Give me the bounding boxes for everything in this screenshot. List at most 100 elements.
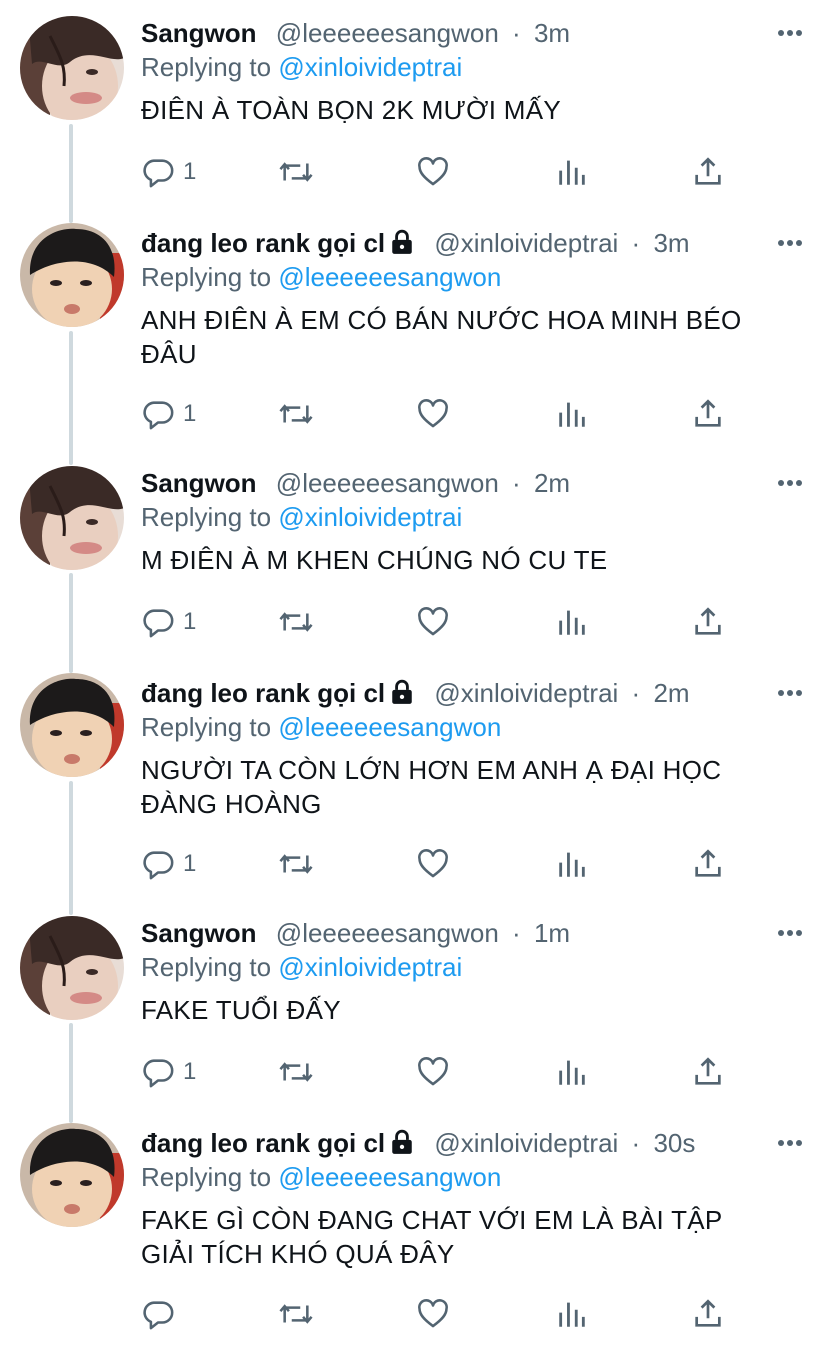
views-button[interactable] — [555, 1052, 589, 1092]
reply-icon — [143, 851, 174, 880]
views-button[interactable] — [555, 1294, 589, 1334]
share-button[interactable] — [691, 1052, 725, 1092]
share-button[interactable] — [691, 152, 725, 192]
action-bar: 1 — [141, 152, 741, 192]
mention-link[interactable]: @leeeeeesangwon — [278, 1162, 501, 1192]
timestamp[interactable]: 2m — [653, 678, 689, 708]
tweet-text-line: GIẢI TÍCH KHÓ QUÁ ĐÂY — [141, 1239, 455, 1269]
more-icon[interactable] — [772, 676, 808, 710]
retweet-icon — [279, 854, 313, 874]
timestamp[interactable]: 3m — [653, 228, 689, 258]
display-name[interactable]: Sangwon — [141, 18, 257, 48]
more-icon[interactable] — [772, 466, 808, 500]
timestamp[interactable]: 1m — [534, 918, 570, 948]
username[interactable]: @leeeeeesangwon — [276, 918, 499, 948]
like-button[interactable] — [416, 602, 450, 642]
tweet-text: ĐIÊN À TOÀN BỌN 2K MƯỜI MẤY — [141, 95, 562, 125]
like-button[interactable] — [416, 1294, 450, 1334]
reply-icon — [143, 609, 174, 638]
share-icon — [695, 157, 721, 185]
tweet-text: FAKE GÌ CÒN ĐANG CHAT VỚI EM LÀ BÀI TẬP … — [141, 1203, 808, 1271]
timestamp[interactable]: 30s — [653, 1128, 695, 1158]
replying-to: Replying to @leeeeeesangwon — [141, 260, 808, 294]
avatar[interactable] — [20, 1123, 124, 1227]
reply-count: 1 — [183, 158, 197, 185]
avatar[interactable] — [20, 673, 124, 777]
mention-link[interactable]: @leeeeeesangwon — [278, 712, 501, 742]
reply-button[interactable]: 1 — [141, 844, 196, 884]
mention-link[interactable]: @xinloivideptrai — [278, 502, 462, 532]
timestamp[interactable]: 2m — [534, 468, 570, 498]
avatar-sangwon-image — [20, 916, 124, 1020]
tweet[interactable]: đang leo rank gọi cl @xinloivideptrai · … — [0, 673, 828, 908]
separator-dot: · — [512, 918, 521, 948]
like-button[interactable] — [416, 844, 450, 884]
username[interactable]: @xinloivideptrai — [434, 1128, 618, 1158]
tweet[interactable]: đang leo rank gọi cl @xinloivideptrai · … — [0, 1123, 828, 1346]
retweet-button[interactable] — [277, 152, 315, 192]
reply-icon — [143, 1301, 174, 1330]
views-button[interactable] — [555, 394, 589, 434]
avatar-xinloivideptrai-image — [20, 223, 124, 327]
views-button[interactable] — [555, 152, 589, 192]
share-button[interactable] — [691, 394, 725, 434]
reply-button[interactable]: 1 — [141, 152, 196, 192]
share-button[interactable] — [691, 602, 725, 642]
retweet-button[interactable] — [277, 1294, 315, 1334]
tweet[interactable]: Sangwon @leeeeeesangwon · 3m Replying to… — [0, 0, 828, 220]
lock-icon — [392, 229, 412, 254]
like-button[interactable] — [416, 394, 450, 434]
more-icon[interactable] — [772, 16, 808, 50]
display-name[interactable]: đang leo rank gọi cl — [141, 228, 385, 258]
display-name[interactable]: đang leo rank gọi cl — [141, 1128, 385, 1158]
views-button[interactable] — [555, 602, 589, 642]
views-icon — [559, 402, 585, 427]
like-icon — [418, 399, 448, 428]
reply-button[interactable]: 1 — [141, 1052, 196, 1092]
avatar[interactable] — [20, 16, 124, 120]
retweet-button[interactable] — [277, 602, 315, 642]
display-name[interactable]: Sangwon — [141, 468, 257, 498]
mention-link[interactable]: @xinloivideptrai — [278, 952, 462, 982]
like-button[interactable] — [416, 1052, 450, 1092]
separator-dot: · — [631, 228, 641, 258]
mention-link[interactable]: @leeeeeesangwon — [278, 262, 501, 292]
mention-link[interactable]: @xinloivideptrai — [278, 52, 462, 82]
views-button[interactable] — [555, 844, 589, 884]
more-icon[interactable] — [772, 916, 808, 950]
display-name[interactable]: đang leo rank gọi cl — [141, 678, 385, 708]
reply-button[interactable]: 1 — [141, 602, 196, 642]
like-icon — [418, 157, 448, 186]
like-icon — [418, 1299, 448, 1328]
share-button[interactable] — [691, 844, 725, 884]
tweet[interactable]: đang leo rank gọi cl @xinloivideptrai · … — [0, 223, 828, 458]
more-icon[interactable] — [772, 226, 808, 260]
reply-button[interactable] — [141, 1294, 183, 1334]
share-button[interactable] — [691, 1294, 725, 1334]
retweet-button[interactable] — [277, 394, 315, 434]
tweet[interactable]: Sangwon @leeeeeesangwon · 1m Replying to… — [0, 916, 828, 1116]
more-icon[interactable] — [772, 1126, 808, 1160]
action-bar: 1 — [141, 394, 741, 434]
tweet-text: NGƯỜI TA CÒN LỚN HƠN EM ANH Ạ ĐẠI HỌC ĐÀ… — [141, 753, 808, 821]
username[interactable]: @xinloivideptrai — [434, 678, 618, 708]
username[interactable]: @leeeeeesangwon — [276, 18, 499, 48]
avatar[interactable] — [20, 916, 124, 1020]
timestamp[interactable]: 3m — [534, 18, 570, 48]
action-bar: 1 — [141, 844, 741, 884]
retweet-button[interactable] — [277, 1052, 315, 1092]
reply-icon — [143, 1059, 174, 1088]
tweet[interactable]: Sangwon @leeeeeesangwon · 2m Replying to… — [0, 466, 828, 666]
replying-label: Replying to — [141, 952, 272, 982]
avatar[interactable] — [20, 466, 124, 570]
username[interactable]: @xinloivideptrai — [434, 228, 618, 258]
reply-count: 1 — [183, 850, 197, 877]
avatar[interactable] — [20, 223, 124, 327]
display-name[interactable]: Sangwon — [141, 918, 257, 948]
tweet-text: M ĐIÊN À M KHEN CHÚNG NÓ CU TE — [141, 545, 608, 575]
replying-to: Replying to @leeeeeesangwon — [141, 1160, 808, 1194]
username[interactable]: @leeeeeesangwon — [276, 468, 499, 498]
like-button[interactable] — [416, 152, 450, 192]
reply-button[interactable]: 1 — [141, 394, 196, 434]
retweet-button[interactable] — [277, 844, 315, 884]
